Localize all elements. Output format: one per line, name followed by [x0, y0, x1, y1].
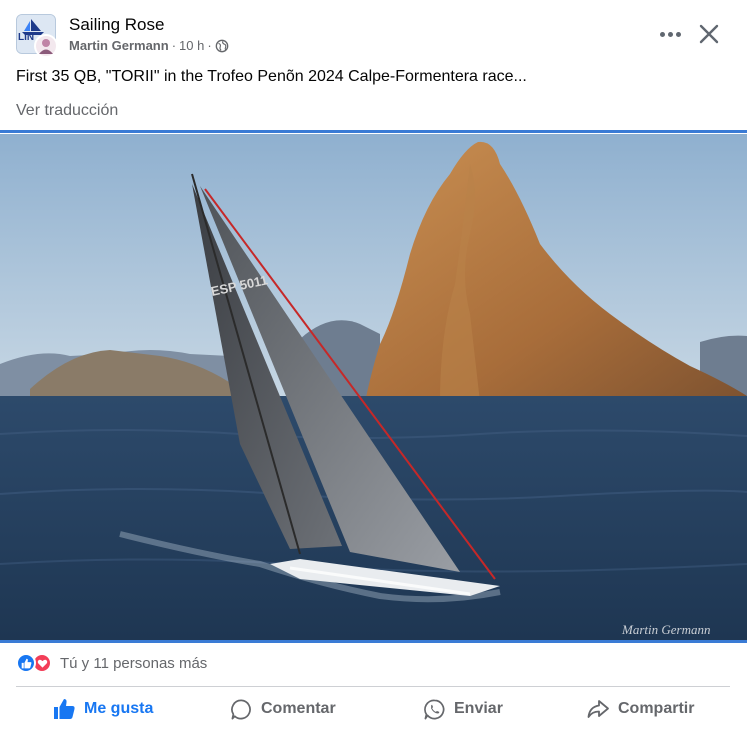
send-label: Enviar: [454, 700, 503, 717]
actions-divider: [16, 686, 730, 687]
like-label: Me gusta: [84, 700, 154, 717]
meta-separator-2: ·: [207, 38, 212, 53]
share-label: Compartir: [618, 700, 695, 717]
whatsapp-icon: [424, 699, 445, 719]
post-actions-bar: Me gusta Comentar Enviar Compartir: [0, 692, 747, 726]
photo-watermark: Martin Germann: [621, 622, 710, 637]
close-icon: [699, 24, 719, 44]
like-reaction-icon: [16, 653, 36, 673]
dot-icon: [659, 31, 665, 37]
author-name[interactable]: Martin Germann: [69, 38, 169, 53]
page-avatar[interactable]: LIN: [16, 14, 58, 58]
dot-icon: [675, 31, 681, 37]
thumbs-up-icon: [54, 699, 75, 719]
photo-top-border: [0, 130, 747, 133]
dot-icon: [667, 31, 673, 37]
avatar-logo-text: LIN: [18, 32, 35, 43]
send-button[interactable]: Enviar: [423, 692, 503, 726]
comment-label: Comentar: [261, 700, 336, 717]
thumbs-up-icon: [21, 658, 31, 668]
sailboat-photo: ESP 5011 Martin Germann: [0, 134, 747, 641]
see-translation-link[interactable]: Ver traducción: [16, 102, 118, 120]
post-time[interactable]: 10 h: [179, 38, 204, 53]
page-name[interactable]: Sailing Rose: [69, 15, 164, 35]
meta-separator: ·: [171, 38, 177, 53]
heart-icon: [37, 659, 47, 668]
globe-icon: [215, 39, 229, 52]
more-options-button[interactable]: [656, 22, 684, 46]
photo-bottom-border: [0, 640, 747, 643]
comment-icon: [231, 699, 251, 719]
reactions-count-text: Tú y 11 personas más: [60, 654, 208, 672]
person-icon: [39, 39, 53, 54]
share-button[interactable]: Compartir: [586, 692, 694, 726]
close-button[interactable]: [696, 21, 722, 47]
post-photo[interactable]: ESP 5011 Martin Germann: [0, 134, 747, 641]
like-button[interactable]: Me gusta: [52, 692, 153, 726]
author-avatar[interactable]: [34, 34, 58, 58]
reactions-summary[interactable]: Tú y 11 personas más: [16, 652, 207, 674]
comment-button[interactable]: Comentar: [230, 692, 336, 726]
share-arrow-icon: [587, 700, 609, 718]
post-caption: First 35 QB, "TORII" in the Trofeo Penõn…: [16, 68, 527, 85]
post-header: LIN Sailing Rose Martin Germann · 10 h ·: [0, 0, 747, 64]
post-meta: Martin Germann · 10 h ·: [69, 38, 229, 53]
